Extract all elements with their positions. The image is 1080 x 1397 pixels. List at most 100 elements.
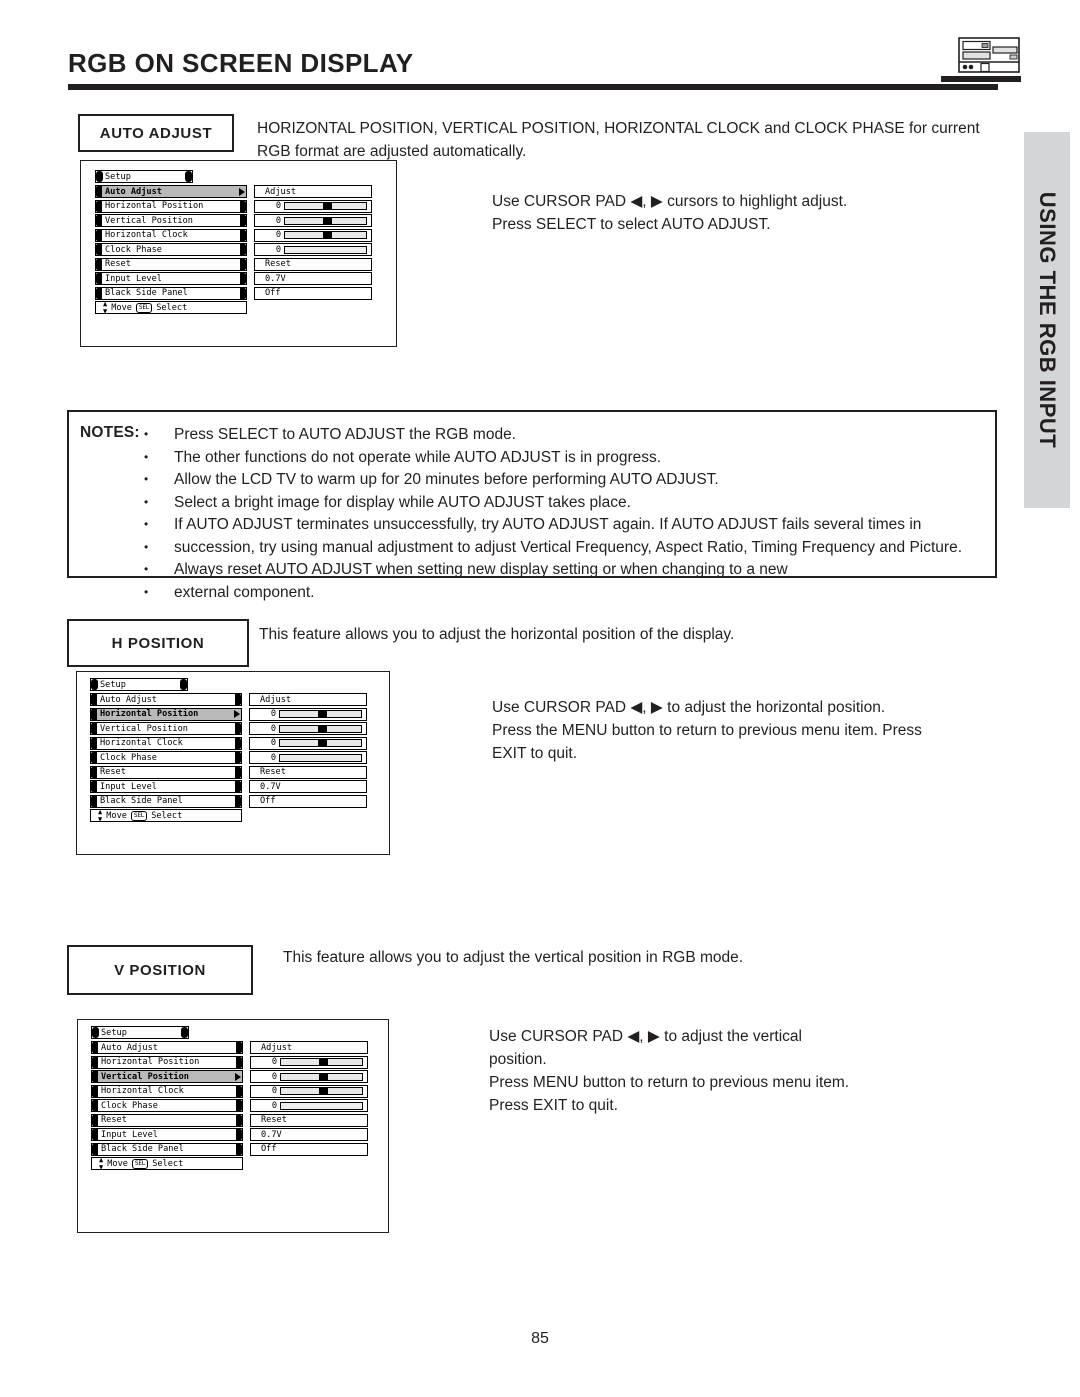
osd-item-horizontal-position[interactable]: Horizontal Position [91, 1055, 243, 1069]
osd-item-reset[interactable]: Reset [91, 1113, 243, 1127]
osd-row[interactable]: Horizontal Clock 0 [91, 1084, 381, 1098]
osd-slider-thumb[interactable] [318, 711, 328, 717]
osd-row[interactable]: Reset Reset [90, 765, 380, 779]
osd-menu-v-position[interactable]: Setup Auto Adjust Adjust Horizontal Positio… [91, 1026, 381, 1171]
osd-value-text[interactable]: 0.7V [254, 272, 372, 285]
osd-item-vertical-position[interactable]: Vertical Position [95, 214, 247, 227]
osd-item-label: Horizontal Clock [105, 230, 188, 240]
osd-value-text[interactable]: Off [254, 286, 372, 300]
osd-item-vertical-position[interactable]: Vertical Position [90, 722, 242, 735]
osd-row[interactable]: Reset Reset [91, 1113, 381, 1127]
osd-slider-thumb[interactable] [319, 1059, 329, 1065]
osd-item-auto-adjust[interactable]: Auto Adjust [95, 185, 247, 198]
osd-slider-thumb[interactable] [318, 725, 328, 732]
osd-item-black-side-panel[interactable]: Black Side Panel [90, 794, 242, 808]
osd-value-text[interactable]: Off [249, 794, 367, 808]
osd-value-slider[interactable]: 0 [250, 1099, 368, 1112]
osd-row[interactable]: Vertical Position 0 [90, 722, 380, 735]
osd-row[interactable]: Horizontal Position 0 [90, 707, 380, 721]
osd-value-slider[interactable]: 0 [249, 736, 367, 750]
osd-item-input-level[interactable]: Input Level [95, 272, 247, 285]
osd-value-slider[interactable]: 0 [250, 1055, 368, 1069]
osd-row[interactable]: Horizontal Position 0 [95, 199, 385, 213]
osd-value-text[interactable]: Reset [254, 257, 372, 271]
osd-item-clock-phase[interactable]: Clock Phase [91, 1099, 243, 1112]
osd-slider-track[interactable] [279, 739, 362, 747]
osd-item-reset[interactable]: Reset [95, 257, 247, 271]
osd-value-slider[interactable]: 0 [250, 1070, 368, 1083]
osd-item-black-side-panel[interactable]: Black Side Panel [95, 286, 247, 300]
osd-row[interactable]: Reset Reset [95, 257, 385, 271]
osd-item-horizontal-position[interactable]: Horizontal Position [90, 707, 242, 721]
osd-row[interactable]: Auto Adjust Adjust [91, 1041, 381, 1054]
osd-slider-thumb[interactable] [318, 740, 328, 746]
osd-row[interactable]: Vertical Position 0 [91, 1070, 381, 1083]
osd-slider-track[interactable] [279, 753, 362, 762]
osd-slider-track[interactable] [284, 202, 367, 210]
osd-item-clock-phase[interactable]: Clock Phase [95, 243, 247, 256]
osd-item-black-side-panel[interactable]: Black Side Panel [91, 1142, 243, 1156]
osd-value-text[interactable]: Reset [250, 1113, 368, 1127]
osd-row[interactable]: Input Level 0.7V [95, 272, 385, 285]
osd-row[interactable]: Input Level 0.7V [90, 780, 380, 793]
osd-slider-track[interactable] [280, 1101, 363, 1110]
osd-slider-track[interactable] [284, 245, 367, 254]
osd-value-slider[interactable]: 0 [250, 1084, 368, 1098]
osd-menu-auto-adjust[interactable]: Setup Auto Adjust Adjust Horizontal Positio… [95, 170, 385, 315]
osd-slider-track[interactable] [280, 1087, 363, 1095]
osd-value-slider[interactable]: 0 [249, 722, 367, 735]
osd-item-horizontal-position[interactable]: Horizontal Position [95, 199, 247, 213]
osd-slider-track[interactable] [284, 231, 367, 239]
osd-footer-hint: ▲ ▼ Move SEL Select [95, 299, 247, 315]
osd-row[interactable]: Horizontal Clock 0 [90, 736, 380, 750]
osd-menu-h-position[interactable]: Setup Auto Adjust Adjust Horizontal Positio… [90, 678, 380, 823]
osd-slider-thumb[interactable] [323, 232, 333, 238]
osd-slider-thumb[interactable] [323, 203, 333, 209]
osd-row[interactable]: Auto Adjust Adjust [90, 693, 380, 706]
osd-item-horizontal-clock[interactable]: Horizontal Clock [91, 1084, 243, 1098]
osd-slider-track[interactable] [284, 216, 367, 225]
osd-row[interactable]: Horizontal Position 0 [91, 1055, 381, 1069]
osd-value-slider[interactable]: 0 [254, 199, 372, 213]
osd-value-slider[interactable]: 0 [254, 214, 372, 227]
osd-value-text[interactable]: Off [250, 1142, 368, 1156]
osd-row[interactable]: Clock Phase 0 [91, 1099, 381, 1112]
osd-item-auto-adjust[interactable]: Auto Adjust [90, 693, 242, 706]
osd-value-text[interactable]: Reset [249, 765, 367, 779]
osd-item-input-level[interactable]: Input Level [90, 780, 242, 793]
osd-item-label: Input Level [105, 273, 162, 284]
osd-value-text[interactable]: 0.7V [249, 780, 367, 793]
osd-row[interactable]: Clock Phase 0 [90, 751, 380, 764]
osd-row[interactable]: Black Side Panel Off [90, 794, 380, 808]
osd-row[interactable]: Auto Adjust Adjust [95, 185, 385, 198]
osd-item-clock-phase[interactable]: Clock Phase [90, 751, 242, 764]
osd-item-auto-adjust[interactable]: Auto Adjust [91, 1041, 243, 1054]
osd-value-text[interactable]: Adjust [250, 1041, 368, 1054]
osd-value-slider[interactable]: 0 [249, 751, 367, 764]
osd-slider-thumb[interactable] [319, 1073, 329, 1080]
osd-slider-track[interactable] [279, 710, 362, 718]
osd-value-text[interactable]: Adjust [249, 693, 367, 706]
osd-item-horizontal-clock[interactable]: Horizontal Clock [95, 228, 247, 242]
osd-row[interactable]: Clock Phase 0 [95, 243, 385, 256]
osd-item-vertical-position[interactable]: Vertical Position [91, 1070, 243, 1083]
osd-value-text[interactable]: Adjust [254, 185, 372, 198]
osd-slider-track[interactable] [280, 1058, 363, 1066]
osd-row[interactable]: Vertical Position 0 [95, 214, 385, 227]
osd-slider-thumb[interactable] [323, 217, 333, 224]
osd-row[interactable]: Input Level 0.7V [91, 1128, 381, 1141]
osd-slider-track[interactable] [279, 724, 362, 733]
osd-item-horizontal-clock[interactable]: Horizontal Clock [90, 736, 242, 750]
osd-footer-select-key: SEL [135, 302, 153, 313]
osd-row[interactable]: Black Side Panel Off [95, 286, 385, 300]
osd-slider-track[interactable] [280, 1072, 363, 1081]
osd-slider-thumb[interactable] [319, 1088, 329, 1094]
osd-item-input-level[interactable]: Input Level [91, 1128, 243, 1141]
osd-value-slider[interactable]: 0 [249, 707, 367, 721]
osd-value-text[interactable]: 0.7V [250, 1128, 368, 1141]
osd-row[interactable]: Black Side Panel Off [91, 1142, 381, 1156]
osd-value-slider[interactable]: 0 [254, 228, 372, 242]
osd-item-reset[interactable]: Reset [90, 765, 242, 779]
osd-value-slider[interactable]: 0 [254, 243, 372, 256]
osd-row[interactable]: Horizontal Clock 0 [95, 228, 385, 242]
